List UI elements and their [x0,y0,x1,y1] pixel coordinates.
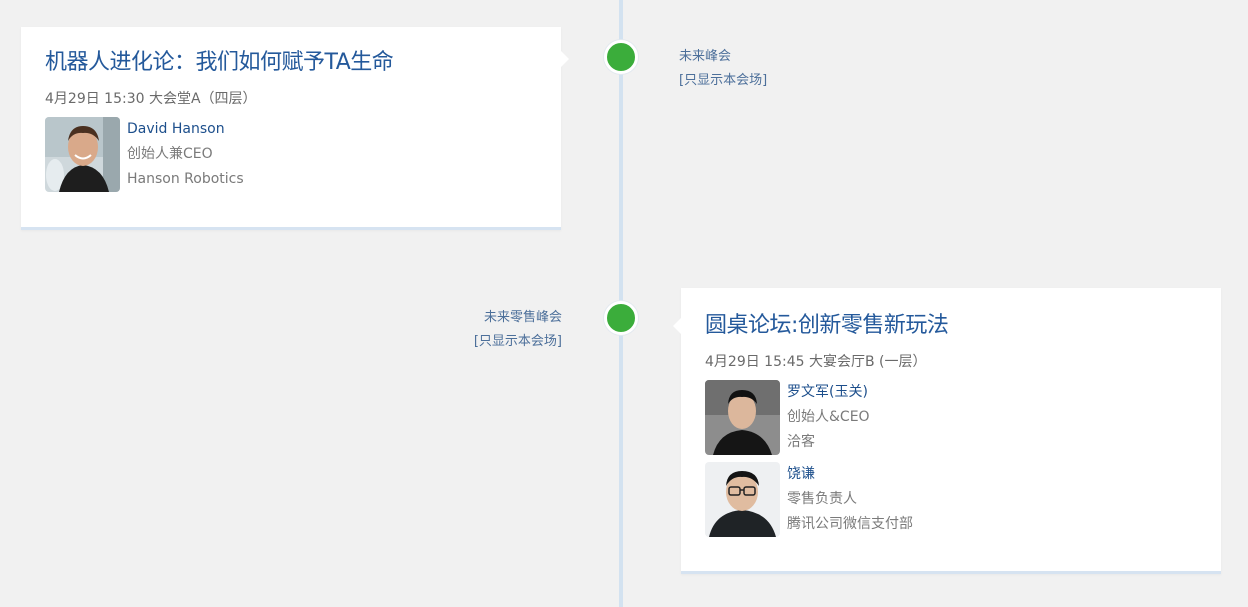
show-only-venue-link[interactable]: [只显示本会场] [679,71,767,91]
speaker-org: Hanson Robotics [127,171,244,187]
speaker-info: 饶谦 零售负责人 腾讯公司微信支付部 [787,462,913,537]
speaker: 罗文军(玉关) 创始人&CEO 洽客 [705,380,1197,455]
speaker-avatar[interactable] [705,462,780,537]
schedule-timeline: 机器人进化论：我们如何赋予TA生命 4月29日 15:30 大会堂A（四层） D… [0,0,1248,607]
session-time: 4月29日 15:45 [705,354,805,370]
session-time-room: 4月29日 15:45 大宴会厅B (一层） [705,353,1197,371]
session-title[interactable]: 圆桌论坛:创新零售新玩法 [705,312,1197,340]
speaker-org: 洽客 [787,434,815,450]
speaker: 饶谦 零售负责人 腾讯公司微信支付部 [705,462,1197,537]
speaker-avatar[interactable] [45,117,120,192]
venue-name: 未来零售峰会 [483,310,562,325]
session-card[interactable]: 机器人进化论：我们如何赋予TA生命 4月29日 15:30 大会堂A（四层） D… [21,27,569,230]
session-card[interactable]: 圆桌论坛:创新零售新玩法 4月29日 15:45 大宴会厅B (一层） 罗文军(… [673,288,1221,574]
card-pointer [673,318,681,334]
session-time-room: 4月29日 15:30 大会堂A（四层） [45,90,537,108]
venue-info: 未来零售峰会 [只显示本会场] [474,308,562,352]
speaker-role: 创始人&CEO [787,409,870,425]
card-pointer [561,51,569,67]
timeline-dot [604,301,638,335]
session-title[interactable]: 机器人进化论：我们如何赋予TA生命 [45,49,537,77]
speaker-name-link[interactable]: 罗文军(玉关) [787,382,870,402]
speaker-avatar[interactable] [705,380,780,455]
speaker-org: 腾讯公司微信支付部 [787,516,913,532]
speaker-name-link[interactable]: 饶谦 [787,464,913,484]
session-room: 大会堂A（四层） [148,91,257,107]
speaker-info: David Hanson 创始人兼CEO Hanson Robotics [127,117,244,192]
speaker-role: 创始人兼CEO [127,146,213,162]
show-only-venue-link[interactable]: [只显示本会场] [474,332,562,352]
session-room: 大宴会厅B (一层） [808,354,927,370]
venue-name: 未来峰会 [679,49,732,64]
speaker: David Hanson 创始人兼CEO Hanson Robotics [45,117,537,192]
timeline-dot [604,40,638,74]
session-time: 4月29日 15:30 [45,91,145,107]
speaker-role: 零售负责人 [787,491,857,507]
speaker-info: 罗文军(玉关) 创始人&CEO 洽客 [787,380,870,455]
speaker-name-link[interactable]: David Hanson [127,119,244,139]
venue-info: 未来峰会 [只显示本会场] [679,47,767,91]
